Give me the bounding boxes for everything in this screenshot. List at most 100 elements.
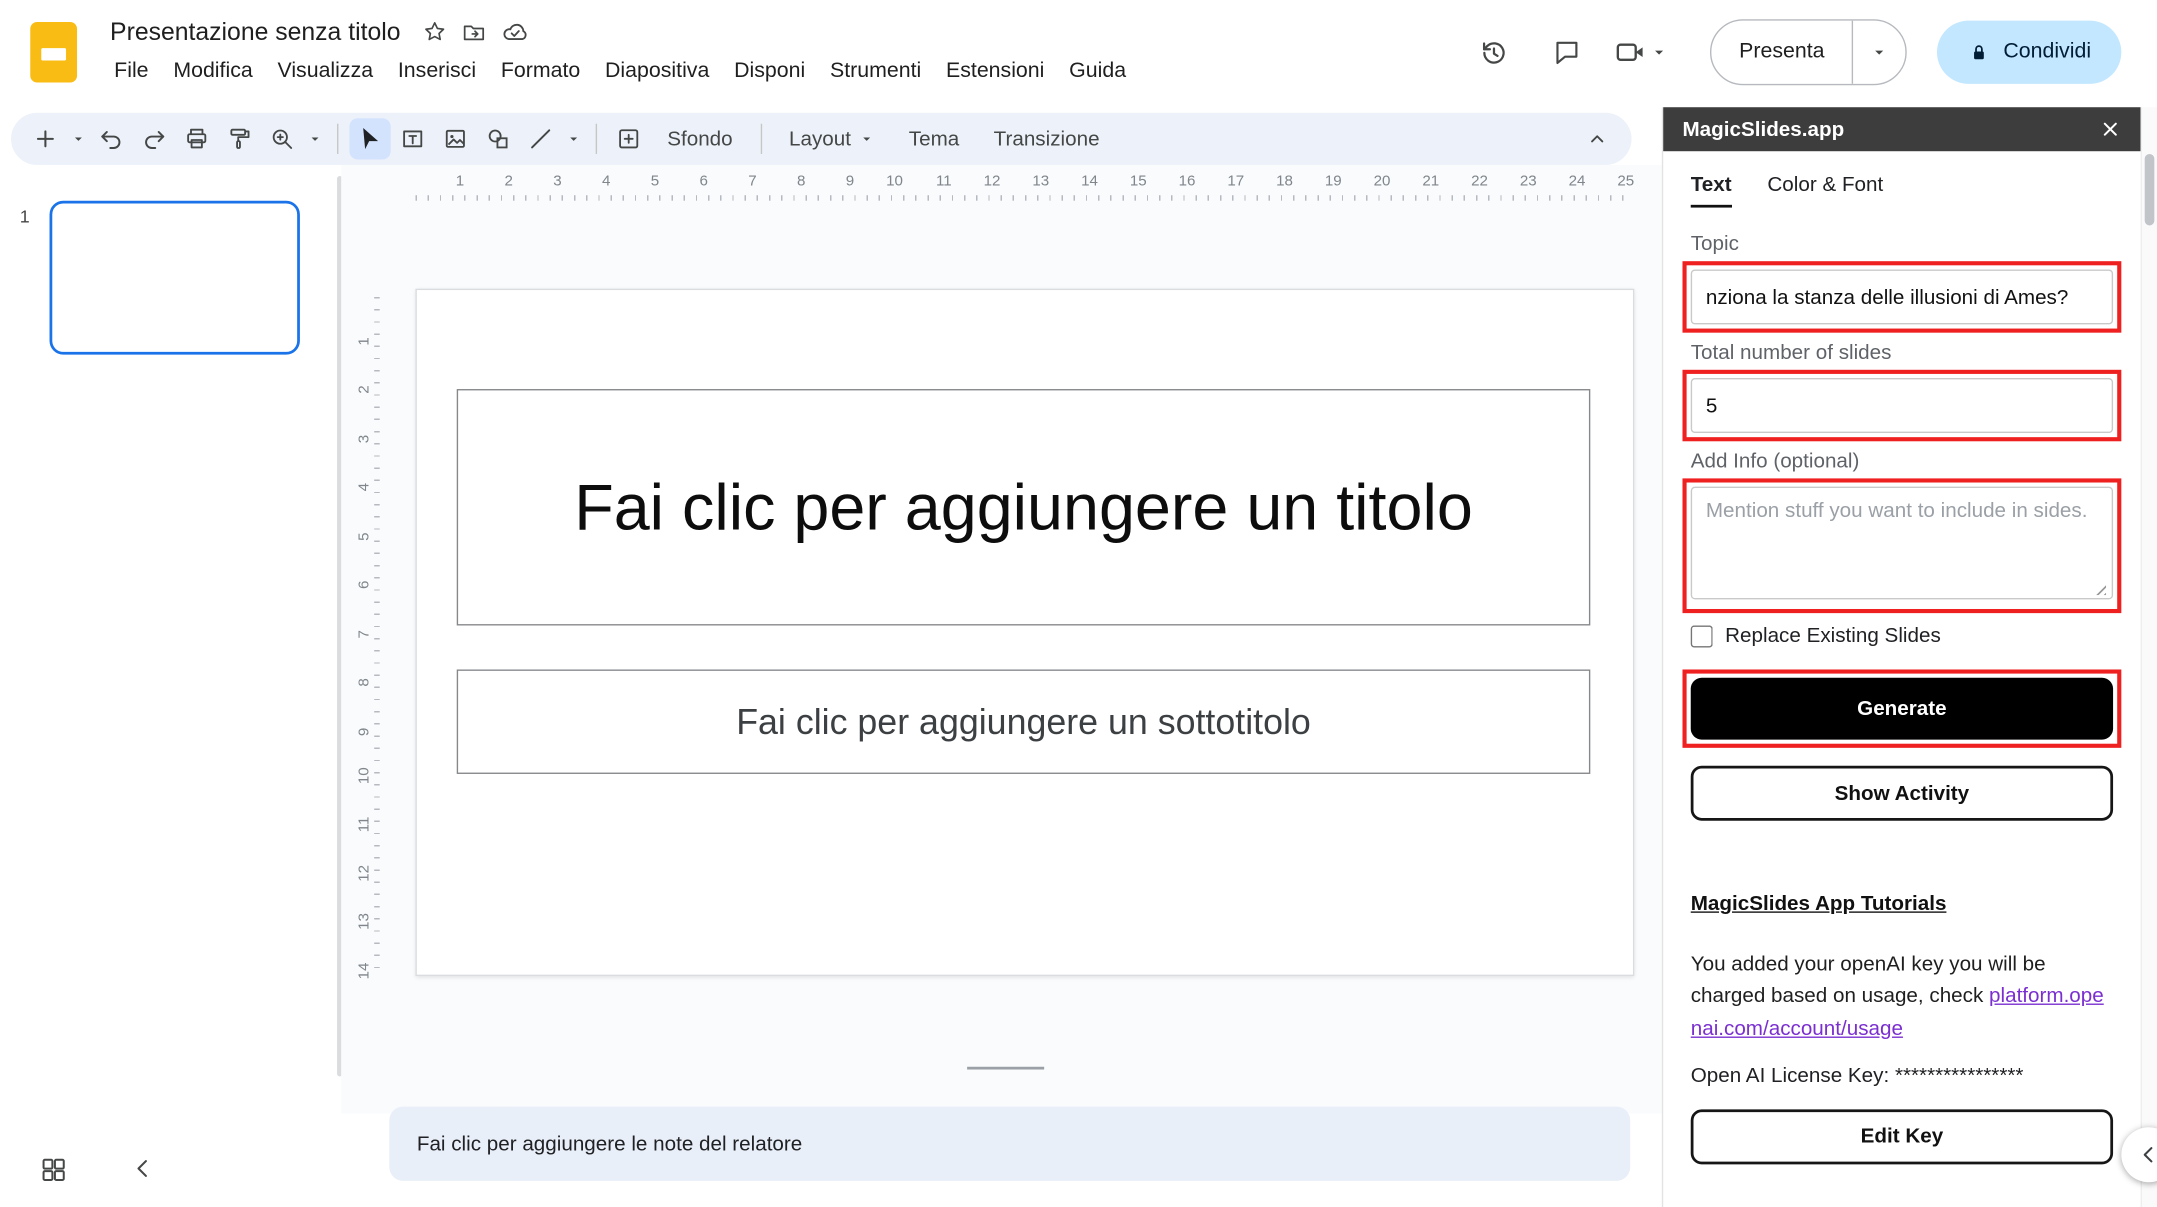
present-options-icon[interactable] [1853,43,1905,62]
tutorials-link[interactable]: MagicSlides App Tutorials [1691,892,1947,915]
version-history-icon[interactable] [1465,25,1520,80]
ruler-mark: 23 [1488,173,1537,198]
menu-item[interactable]: Modifica [161,55,265,88]
zoom-chevron-icon[interactable] [304,118,326,159]
collapse-filmstrip-icon[interactable] [129,1155,157,1185]
ruler-mark: 11 [352,784,377,833]
menu-item[interactable]: Guida [1057,55,1139,88]
ruler-mark: 10 [352,735,377,784]
document-title[interactable]: Presentazione senza titolo [102,14,409,48]
collapse-toolbar-icon[interactable] [1577,118,1618,159]
tab-color-font[interactable]: Color & Font [1767,173,1883,207]
text-box-icon[interactable] [392,118,433,159]
move-folder-icon[interactable] [461,19,487,45]
topic-label: Topic [1691,232,2113,255]
theme-button[interactable]: Tema [892,120,975,158]
ruler-mark: 9 [352,687,377,736]
menubar: FileModificaVisualizzaInserisciFormatoDi… [102,55,1139,88]
ruler-mark: 3 [352,394,377,443]
print-icon[interactable] [176,118,217,159]
panel-header: MagicSlides.app [1663,107,2140,151]
menu-item[interactable]: Estensioni [934,55,1057,88]
title-placeholder-text: Fai clic per aggiungere un titolo [574,457,1473,557]
topbar: Presentazione senza titolo FileModificaV… [0,0,2157,107]
canvas-area: 1234567891011121314151617181920212223242… [341,165,1662,1114]
ruler-mark: 18 [1244,173,1293,198]
horizontal-ruler[interactable]: 1234567891011121314151617181920212223242… [415,173,1634,198]
ruler-mark: 15 [1098,173,1147,198]
comments-icon[interactable] [1540,25,1595,80]
grid-view-icon[interactable] [39,1155,69,1185]
share-button[interactable]: Condividi [1937,21,2121,84]
ruler-mark: 14 [352,930,377,979]
tab-text[interactable]: Text [1691,173,1732,207]
menu-item[interactable]: Formato [488,55,592,88]
menu-item[interactable]: Strumenti [818,55,934,88]
add-info-textarea[interactable] [1691,487,2113,600]
show-activity-button[interactable]: Show Activity [1691,766,2113,821]
page-scrollbar[interactable] [2141,107,2157,1207]
chevron-down-icon [858,131,875,147]
layout-button[interactable]: Layout [773,120,891,158]
slides-logo-icon[interactable] [30,22,77,82]
ruler-mark: 6 [352,541,377,590]
speaker-notes[interactable]: Fai clic per aggiungere le note del rela… [389,1107,1630,1181]
insert-image-icon[interactable] [435,118,476,159]
ruler-mark: 21 [1390,173,1439,198]
present-button[interactable]: Presenta [1710,19,1907,85]
slide-count-input[interactable] [1691,378,2113,433]
transition-button[interactable]: Transizione [977,120,1116,158]
insert-line-icon[interactable] [520,118,561,159]
menu-item[interactable]: Visualizza [265,55,385,88]
lock-icon [1968,41,1991,64]
present-label[interactable]: Presenta [1712,40,1852,65]
subtitle-placeholder-text: Fai clic per aggiungere un sottotitolo [736,700,1311,743]
undo-icon[interactable] [91,118,132,159]
meet-camera-button[interactable] [1614,36,1669,69]
insert-placeholder-icon[interactable] [608,118,649,159]
ruler-mark: 17 [1195,173,1244,198]
toolbar-divider [337,124,338,154]
title-placeholder[interactable]: Fai clic per aggiungere un titolo [457,389,1591,625]
menu-item[interactable]: Disponi [722,55,818,88]
replace-existing-checkbox[interactable] [1691,625,1713,647]
slide-canvas[interactable]: Fai clic per aggiungere un titolo Fai cl… [415,289,1634,976]
topbar-actions: Presenta Condividi [1465,0,2157,85]
star-icon[interactable] [423,19,448,44]
line-chevron-icon[interactable] [563,118,585,159]
new-slide-chevron-icon[interactable] [67,118,89,159]
google-slides-window: Presentazione senza titolo FileModificaV… [0,0,2157,1207]
title-block: Presentazione senza titolo FileModificaV… [102,11,1139,88]
paint-format-icon[interactable] [219,118,260,159]
subtitle-placeholder[interactable]: Fai clic per aggiungere un sottotitolo [457,669,1591,773]
chevron-down-icon[interactable] [1650,43,1669,62]
menu-item[interactable]: File [102,55,161,88]
ruler-mark: 1 [415,173,464,198]
ruler-mark: 4 [562,173,611,198]
cloud-status-icon[interactable] [501,18,529,45]
insert-shape-icon[interactable] [477,118,518,159]
topic-input[interactable] [1691,269,2113,324]
ruler-mark: 22 [1439,173,1488,198]
menu-item[interactable]: Diapositiva [593,55,722,88]
slide-thumbnail[interactable] [50,201,300,355]
generate-button[interactable]: Generate [1691,678,2113,740]
background-button[interactable]: Sfondo [651,120,749,158]
new-slide-icon[interactable] [25,118,66,159]
speaker-notes-placeholder: Fai clic per aggiungere le note del rela… [417,1132,802,1155]
redo-icon[interactable] [133,118,174,159]
replace-existing-label: Replace Existing Slides [1725,624,1941,647]
ruler-mark: 24 [1537,173,1586,198]
edit-key-button[interactable]: Edit Key [1691,1109,2113,1164]
slide-count-annotation-box [1682,370,2121,441]
vertical-ruler[interactable]: 1234567891011121314 [352,297,377,979]
toolbar: Sfondo Layout Tema Transizione [11,113,1632,165]
ruler-mark: 13 [352,882,377,931]
close-icon[interactable] [2099,118,2121,140]
menu-item[interactable]: Inserisci [385,55,488,88]
share-label: Condividi [2003,40,2091,65]
zoom-icon[interactable] [261,118,302,159]
select-tool-icon[interactable] [349,118,390,159]
scrollbar-thumb[interactable] [2145,154,2155,225]
ruler-mark: 2 [464,173,513,198]
